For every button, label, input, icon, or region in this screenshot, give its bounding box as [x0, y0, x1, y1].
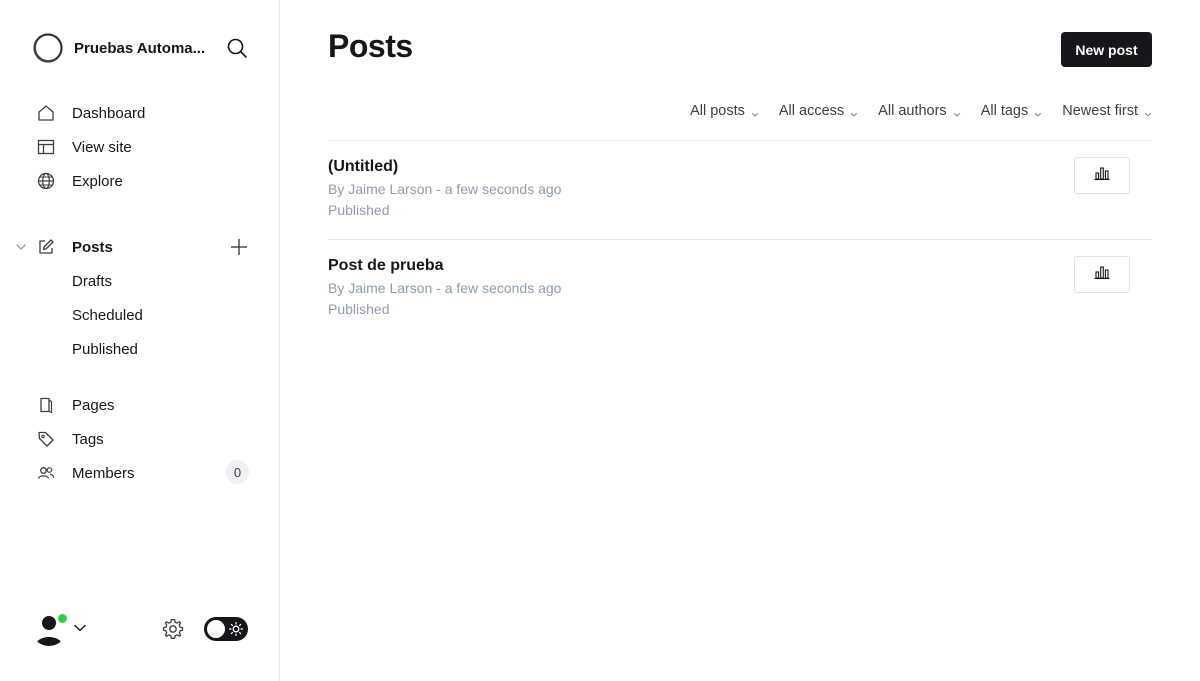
post-status: Published — [328, 301, 390, 317]
members-count-badge: 0 — [226, 460, 249, 484]
filter-tag-select[interactable]: All tags — [981, 103, 1043, 119]
bar-chart-icon — [1093, 264, 1111, 285]
toggle-knob — [207, 620, 225, 638]
sun-icon — [228, 621, 244, 637]
sidebar-item-pages[interactable]: Pages — [36, 391, 256, 419]
post-list-item[interactable]: Post de prueba By Jaime Larson - a few s… — [328, 239, 1152, 338]
sidebar-item-label: Pages — [72, 396, 115, 414]
main-content: Posts New post All posts All access All … — [280, 0, 1200, 681]
ring-logo-icon — [32, 32, 64, 64]
analytics-button[interactable] — [1074, 157, 1130, 194]
sidebar-item-drafts[interactable]: Drafts — [72, 268, 112, 294]
online-status-dot — [57, 613, 68, 624]
post-list-item[interactable]: (Untitled) By Jaime Larson - a few secon… — [328, 140, 1152, 239]
filter-label: Newest first — [1062, 103, 1138, 119]
filter-type-select[interactable]: All posts — [690, 103, 759, 119]
filter-label: All tags — [980, 103, 1029, 119]
sidebar-item-label: Explore — [72, 172, 123, 190]
layout-icon — [36, 137, 56, 157]
chevron-down-icon[interactable] — [14, 240, 28, 254]
brand[interactable]: Pruebas Automa... — [32, 32, 214, 64]
page-icon — [36, 395, 56, 415]
chevron-down-icon — [1034, 107, 1042, 117]
sidebar-item-explore[interactable]: Explore — [36, 167, 256, 195]
page-title: Posts — [328, 28, 413, 64]
sidebar-item-members[interactable]: Members — [36, 459, 256, 487]
sidebar-item-label: View site — [72, 138, 132, 156]
sidebar-item-dashboard[interactable]: Dashboard — [36, 99, 256, 127]
sidebar-item-label: Tags — [72, 430, 104, 448]
filter-access-select[interactable]: All access — [779, 103, 858, 119]
chevron-down-icon — [1144, 107, 1152, 117]
tag-icon — [36, 429, 56, 449]
sidebar: Pruebas Automa... Dashboard View site Ex… — [0, 0, 280, 681]
globe-icon — [36, 171, 56, 191]
sidebar-item-scheduled[interactable]: Scheduled — [72, 302, 143, 328]
theme-toggle[interactable] — [204, 617, 248, 641]
sidebar-item-label: Drafts — [72, 272, 113, 290]
sort-order-select[interactable]: Newest first — [1062, 103, 1152, 119]
bar-chart-icon — [1093, 165, 1111, 186]
sidebar-item-label: Published — [72, 340, 138, 358]
edit-icon — [36, 237, 56, 257]
analytics-button[interactable] — [1074, 256, 1130, 293]
search-icon[interactable] — [226, 37, 248, 59]
chevron-down-icon[interactable] — [72, 620, 88, 636]
sidebar-item-published[interactable]: Published — [72, 336, 138, 362]
new-post-button[interactable]: New post — [1061, 32, 1152, 67]
sidebar-item-label: Scheduled — [72, 306, 143, 324]
filter-bar: All posts All access All authors All tag… — [690, 100, 1152, 122]
filter-label: All posts — [690, 103, 745, 119]
gear-icon[interactable] — [161, 617, 185, 641]
members-icon — [36, 463, 56, 483]
sidebar-item-tags[interactable]: Tags — [36, 425, 256, 453]
filter-label: All access — [778, 103, 845, 119]
post-meta: By Jaime Larson - a few seconds ago — [328, 280, 562, 296]
chevron-down-icon — [751, 107, 759, 117]
post-title[interactable]: (Untitled) — [328, 158, 398, 176]
chevron-down-icon — [953, 107, 961, 117]
sidebar-item-posts[interactable]: Posts — [36, 233, 256, 261]
sidebar-item-label: Members — [72, 464, 135, 482]
add-post-icon[interactable] — [228, 236, 250, 258]
post-title[interactable]: Post de prueba — [328, 257, 444, 275]
filter-author-select[interactable]: All authors — [878, 103, 961, 119]
sidebar-item-label: Dashboard — [72, 104, 146, 122]
sidebar-item-view-site[interactable]: View site — [36, 133, 256, 161]
home-icon — [36, 103, 56, 123]
chevron-down-icon — [850, 107, 858, 117]
sidebar-item-label: Posts — [72, 238, 113, 256]
post-meta: By Jaime Larson - a few seconds ago — [328, 181, 562, 197]
site-title: Pruebas Automa... — [74, 39, 206, 57]
post-status: Published — [328, 202, 390, 218]
filter-label: All authors — [878, 103, 947, 119]
